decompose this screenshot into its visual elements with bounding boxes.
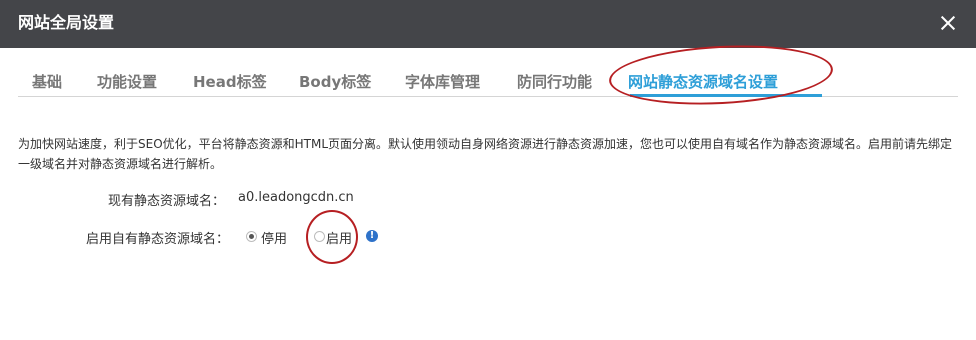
dialog-title: 网站全局设置 <box>18 13 115 32</box>
enable-own-domain-label: 启用自有静态资源域名： <box>86 232 230 247</box>
tab-features[interactable]: 功能设置 <box>97 72 157 92</box>
close-icon[interactable] <box>938 13 958 33</box>
disable-radio[interactable] <box>246 231 257 242</box>
active-tab-indicator <box>630 94 822 97</box>
tab-font-library[interactable]: 字体库管理 <box>405 72 480 92</box>
tab-anti-competitor[interactable]: 防同行功能 <box>517 72 592 92</box>
current-domain-label: 现有静态资源域名： <box>108 194 226 209</box>
dialog-titlebar: 网站全局设置 <box>0 0 976 48</box>
info-icon[interactable]: ! <box>366 230 378 242</box>
tab-bar: 基础 功能设置 Head标签 Body标签 字体库管理 防同行功能 网站静态资源… <box>18 68 958 97</box>
enable-radio-label[interactable]: 启用 <box>326 228 352 247</box>
tab-body-tags[interactable]: Body标签 <box>299 72 371 92</box>
tab-head-tags[interactable]: Head标签 <box>193 72 267 92</box>
enable-radio[interactable] <box>314 231 325 242</box>
tab-static-resource-domain[interactable]: 网站静态资源域名设置 <box>628 72 778 92</box>
current-domain-value: a0.leadongcdn.cn <box>238 190 354 205</box>
disable-radio-label[interactable]: 停用 <box>261 228 287 247</box>
settings-dialog: 网站全局设置 基础 功能设置 Head标签 Body标签 字体库管理 防同行功能… <box>0 0 976 340</box>
description-text: 为加快网站速度，利于SEO优化，平台将静态资源和HTML页面分离。默认使用领动自… <box>18 137 953 171</box>
tab-basic[interactable]: 基础 <box>32 72 62 92</box>
